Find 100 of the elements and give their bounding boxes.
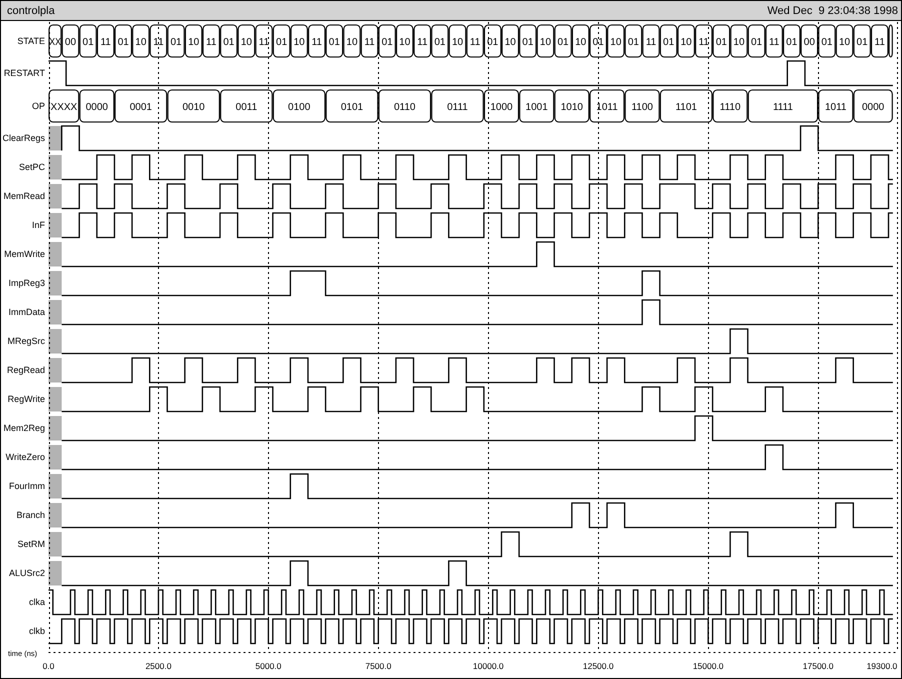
bus-segment: 01 (783, 24, 800, 58)
signal-label: OP (32, 100, 45, 112)
bus-segment: 01 (220, 24, 238, 58)
signal-label: RegRead (6, 365, 45, 376)
tick-label: 19300.0 (866, 661, 898, 671)
bus-segment: 10 (836, 24, 854, 58)
signal-label: Branch (16, 510, 45, 521)
bus-segment: 01 (114, 24, 132, 58)
unknown-value-block (48, 416, 62, 440)
bus-segment: 0000 (79, 89, 114, 123)
signal-label: ALUSrc2 (8, 568, 45, 579)
bus-segment: 1111 (748, 89, 818, 123)
bus-segment: 10 (448, 24, 466, 58)
bus-segment: 10 (502, 24, 520, 58)
bus-segment: 01 (167, 24, 185, 58)
signal-label: clka (28, 597, 45, 608)
bus-segment: 01 (590, 24, 607, 58)
bus-segment: 01 (712, 24, 730, 58)
bus-segment: 01 (79, 24, 97, 58)
bus-segment: 01 (554, 24, 572, 58)
unknown-value-block (48, 358, 62, 382)
tick-label: 7500.0 (365, 661, 392, 671)
bus-segment: 11 (642, 24, 660, 58)
tick-label: 5000.0 (255, 661, 282, 671)
bus-segment: 10 (238, 24, 256, 58)
bus-segment: 0011 (220, 89, 273, 123)
bus-segment: 0101 (326, 89, 378, 123)
signal-label: WriteZero (6, 452, 45, 463)
signal-label: RegWrite (8, 394, 45, 405)
bus-segment: 10 (607, 24, 625, 58)
bus-segment: 0001 (114, 89, 168, 123)
bus-segment: 1010 (554, 89, 590, 123)
unknown-value-block (48, 503, 62, 528)
signal-label: MemWrite (4, 249, 45, 260)
bus-segment: 11 (695, 24, 713, 58)
tick-label: 0.0 (42, 661, 54, 671)
bus-segment: 11 (150, 24, 168, 58)
bus-segment: 10 (132, 24, 150, 58)
signal-label: MemRead (3, 191, 45, 202)
bus-segment: XXXX (48, 89, 80, 123)
signal-label: clkb (28, 626, 45, 637)
unknown-value-block (48, 126, 62, 150)
bus-segment: 11 (202, 24, 220, 58)
bus-segment: 10 (343, 24, 361, 58)
bus-segment: 1110 (712, 89, 748, 123)
unknown-value-block (48, 242, 62, 266)
bus-segment: 00 (800, 24, 818, 58)
bus-segment: 0000 (853, 89, 893, 123)
bus-segment: 11 (96, 24, 114, 58)
bus-segment: 1100 (624, 89, 660, 123)
unknown-value-block (48, 387, 62, 412)
bus-segment: 10 (396, 24, 414, 58)
signal-label: SetRM (17, 539, 45, 550)
bus-segment: 10 (290, 24, 308, 58)
signal-label: SetPC (18, 162, 45, 173)
bus-segment: 0111 (431, 89, 484, 123)
bus-segment: 0100 (272, 89, 326, 123)
bus-segment: 01 (818, 24, 836, 58)
timestamp: Wed Dec 9 23:04:38 1998 (767, 4, 898, 16)
bus-segment: 01 (624, 24, 642, 58)
bus-segment: 10 (677, 24, 695, 58)
unknown-value-block (48, 445, 62, 470)
bus-segment: 10 (730, 24, 748, 58)
unknown-value-block (48, 300, 62, 324)
bus-segment: 11 (360, 24, 378, 58)
unknown-value-block (48, 474, 62, 498)
signal-label: MRegSrc (7, 336, 45, 347)
unknown-value-block (48, 561, 62, 586)
signal-label: Mem2Reg (3, 423, 45, 434)
bus-segment: 01 (853, 24, 871, 58)
bus-segment: 0010 (167, 89, 220, 123)
bus-segment: 01 (272, 24, 290, 58)
bus-segment: 01 (660, 24, 678, 58)
unknown-value-block (48, 155, 62, 180)
bus-segment: 1011 (818, 89, 854, 123)
bus-segment: 10 (536, 24, 554, 58)
bus-segment: 10 (184, 24, 202, 58)
tick-label: 2500.0 (145, 661, 172, 671)
signal-label: FourImm (9, 481, 45, 492)
signal-label: ImmData (8, 307, 45, 318)
bus-segment: 11 (414, 24, 432, 58)
unknown-value-block (48, 184, 62, 208)
bus-segment (888, 24, 893, 58)
bus-segment: 01 (378, 24, 396, 58)
unknown-value-block (48, 532, 62, 556)
tick-label: 15000.0 (692, 661, 724, 671)
unknown-value-block (48, 213, 62, 238)
bus-segment: 1011 (590, 89, 625, 123)
signal-label: RESTART (4, 68, 45, 79)
tick-label: 17500.0 (802, 661, 834, 671)
bus-segment: 11 (466, 24, 484, 58)
tick-label: 10000.0 (472, 661, 504, 671)
signal-label: ClearRegs (2, 133, 45, 144)
bus-segment: 01 (326, 24, 344, 58)
bus-segment: 01 (519, 24, 537, 58)
bus-segment: 11 (308, 24, 326, 58)
bus-segment: 01 (431, 24, 449, 58)
bus-segment: 11 (870, 24, 888, 58)
signal-label: STATE (17, 36, 45, 46)
window-title: controlpla (7, 4, 55, 16)
